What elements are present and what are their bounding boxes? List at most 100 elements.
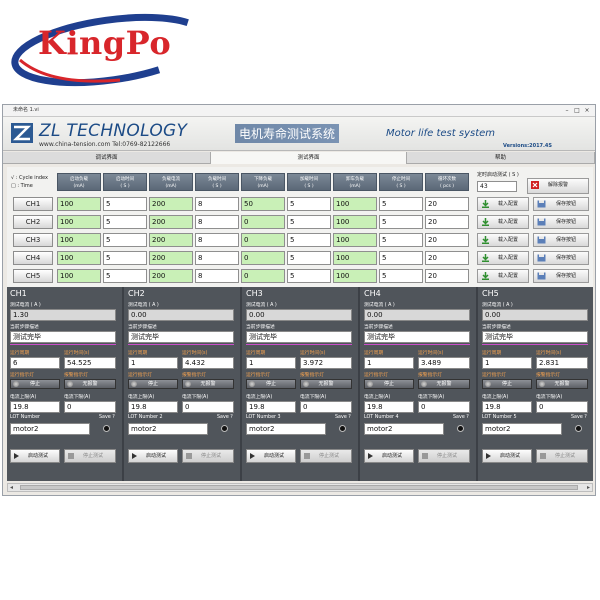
- config-input[interactable]: 200: [149, 251, 193, 265]
- start-test-button[interactable]: 启动测试: [10, 449, 60, 463]
- save-config-button[interactable]: 保存按钮: [533, 233, 589, 247]
- stop-test-button[interactable]: 停止测试: [536, 449, 588, 463]
- schedule-input[interactable]: 43: [477, 181, 517, 192]
- upper-limit-input[interactable]: 19.8: [246, 401, 296, 413]
- config-input[interactable]: 5: [379, 269, 423, 283]
- stop-test-button[interactable]: 停止测试: [418, 449, 470, 463]
- config-input[interactable]: 100: [57, 215, 101, 229]
- load-config-button[interactable]: 载入配置: [477, 269, 529, 283]
- save-toggle[interactable]: [457, 425, 464, 432]
- config-input[interactable]: 8: [195, 233, 239, 247]
- save-config-button[interactable]: 保存按钮: [533, 251, 589, 265]
- config-input[interactable]: 5: [103, 251, 147, 265]
- lot-number-input[interactable]: motor2: [364, 423, 444, 435]
- config-input[interactable]: 5: [103, 215, 147, 229]
- cycle-index-option[interactable]: √ : Cycle index: [11, 175, 48, 181]
- config-input[interactable]: 100: [57, 269, 101, 283]
- upper-limit-input[interactable]: 19.8: [128, 401, 178, 413]
- config-input[interactable]: 20: [425, 197, 469, 211]
- save-toggle[interactable]: [339, 425, 346, 432]
- config-input[interactable]: 200: [149, 269, 193, 283]
- config-input[interactable]: 5: [103, 197, 147, 211]
- tab-help[interactable]: 帮助: [407, 152, 595, 164]
- upper-limit-input[interactable]: 19.8: [10, 401, 60, 413]
- lot-number-input[interactable]: motor2: [10, 423, 90, 435]
- lower-limit-input[interactable]: 0: [536, 401, 588, 413]
- save-toggle[interactable]: [575, 425, 582, 432]
- config-input[interactable]: 5: [287, 215, 331, 229]
- load-config-button[interactable]: 载入配置: [477, 251, 529, 265]
- config-input[interactable]: 20: [425, 251, 469, 265]
- scroll-left-icon[interactable]: ◂: [10, 484, 13, 491]
- stop-test-button[interactable]: 停止测试: [182, 449, 234, 463]
- save-config-button[interactable]: 保存按钮: [533, 197, 589, 211]
- config-input[interactable]: 5: [103, 269, 147, 283]
- config-input[interactable]: 8: [195, 215, 239, 229]
- horizontal-scrollbar[interactable]: ◂ ▸: [7, 483, 593, 492]
- lower-limit-input[interactable]: 0: [300, 401, 352, 413]
- config-input[interactable]: 5: [287, 233, 331, 247]
- save-toggle[interactable]: [103, 425, 110, 432]
- config-input[interactable]: 8: [195, 269, 239, 283]
- load-config-button[interactable]: 载入配置: [477, 233, 529, 247]
- config-input[interactable]: 0: [241, 215, 285, 229]
- config-input[interactable]: 100: [333, 197, 377, 211]
- lot-number-input[interactable]: motor2: [246, 423, 326, 435]
- config-input[interactable]: 5: [379, 197, 423, 211]
- config-input[interactable]: 8: [195, 251, 239, 265]
- scroll-thumb[interactable]: [20, 485, 578, 490]
- save-toggle[interactable]: [221, 425, 228, 432]
- lower-limit-input[interactable]: 0: [182, 401, 234, 413]
- config-input[interactable]: 5: [287, 197, 331, 211]
- channel-button-ch1[interactable]: CH1: [13, 197, 53, 211]
- config-input[interactable]: 200: [149, 233, 193, 247]
- minimize-icon[interactable]: –: [563, 107, 571, 114]
- config-input[interactable]: 20: [425, 233, 469, 247]
- config-input[interactable]: 8: [195, 197, 239, 211]
- config-input[interactable]: 100: [57, 251, 101, 265]
- lower-limit-input[interactable]: 0: [418, 401, 470, 413]
- clear-alarm-button[interactable]: 解除报警: [527, 178, 589, 194]
- save-config-button[interactable]: 保存按钮: [533, 215, 589, 229]
- config-input[interactable]: 0: [241, 233, 285, 247]
- config-input[interactable]: 5: [379, 251, 423, 265]
- channel-button-ch5[interactable]: CH5: [13, 269, 53, 283]
- tab-test[interactable]: 测试界面: [211, 152, 407, 164]
- load-config-button[interactable]: 载入配置: [477, 215, 529, 229]
- lot-number-input[interactable]: motor2: [482, 423, 562, 435]
- config-input[interactable]: 50: [241, 197, 285, 211]
- start-test-button[interactable]: 启动测试: [482, 449, 532, 463]
- lower-limit-input[interactable]: 0: [64, 401, 116, 413]
- config-input[interactable]: 5: [379, 233, 423, 247]
- config-input[interactable]: 5: [103, 233, 147, 247]
- config-input[interactable]: 20: [425, 215, 469, 229]
- start-test-button[interactable]: 启动测试: [128, 449, 178, 463]
- config-input[interactable]: 100: [333, 215, 377, 229]
- stop-test-button[interactable]: 停止测试: [300, 449, 352, 463]
- config-input[interactable]: 20: [425, 269, 469, 283]
- upper-limit-input[interactable]: 19.8: [482, 401, 532, 413]
- tab-debug[interactable]: 调试界面: [3, 152, 211, 164]
- config-input[interactable]: 200: [149, 197, 193, 211]
- config-input[interactable]: 100: [57, 197, 101, 211]
- stop-test-button[interactable]: 停止测试: [64, 449, 116, 463]
- save-config-button[interactable]: 保存按钮: [533, 269, 589, 283]
- channel-button-ch2[interactable]: CH2: [13, 215, 53, 229]
- config-input[interactable]: 5: [287, 269, 331, 283]
- config-input[interactable]: 100: [333, 269, 377, 283]
- config-input[interactable]: 0: [241, 251, 285, 265]
- config-input[interactable]: 100: [333, 251, 377, 265]
- channel-button-ch3[interactable]: CH3: [13, 233, 53, 247]
- config-input[interactable]: 0: [241, 269, 285, 283]
- time-option[interactable]: □ : Time: [11, 183, 33, 189]
- close-icon[interactable]: ×: [583, 107, 591, 114]
- config-input[interactable]: 5: [287, 251, 331, 265]
- scroll-right-icon[interactable]: ▸: [587, 484, 590, 491]
- config-input[interactable]: 200: [149, 215, 193, 229]
- load-config-button[interactable]: 载入配置: [477, 197, 529, 211]
- channel-button-ch4[interactable]: CH4: [13, 251, 53, 265]
- config-input[interactable]: 5: [379, 215, 423, 229]
- lot-number-input[interactable]: motor2: [128, 423, 208, 435]
- upper-limit-input[interactable]: 19.8: [364, 401, 414, 413]
- start-test-button[interactable]: 启动测试: [364, 449, 414, 463]
